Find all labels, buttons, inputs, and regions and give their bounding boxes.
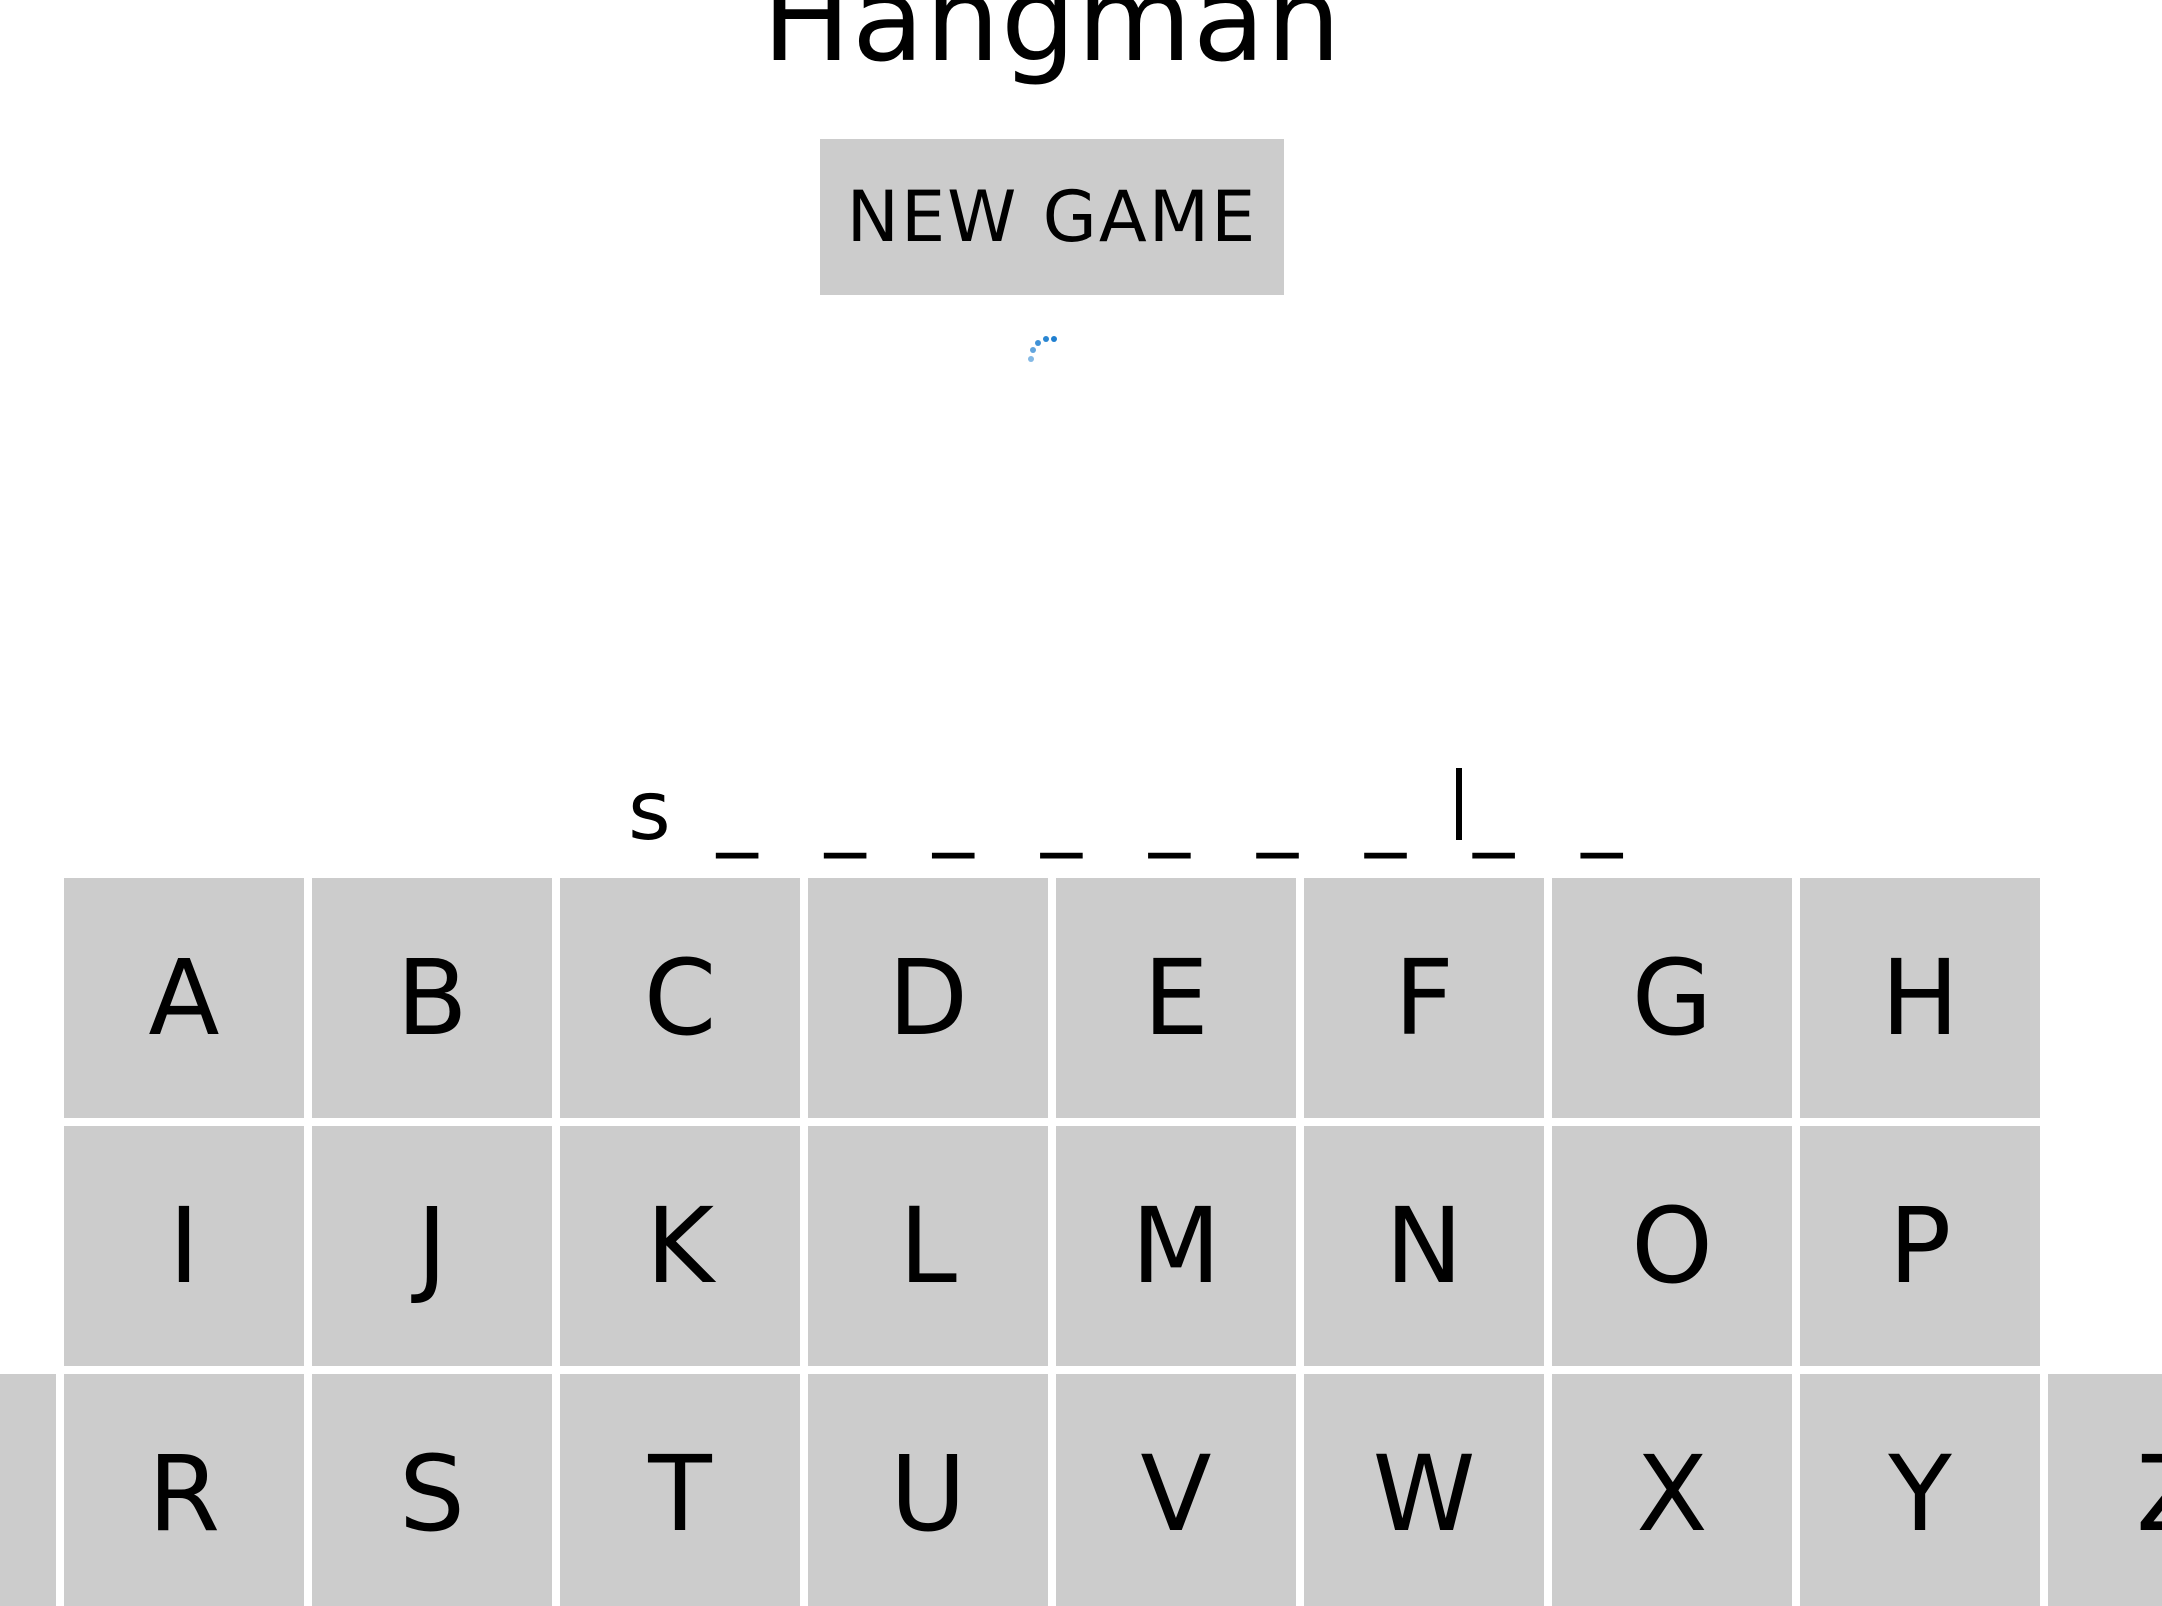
key-j[interactable]: J [312,1126,552,1366]
key-g[interactable]: G [1552,878,1792,1118]
letter-blank: _ [1581,764,1623,859]
letter-blank: _ [932,764,974,859]
hangman-page: Hangman NEW GAME s _ _ _ _ _ _ _ _ _ A B… [0,0,2162,1606]
key-c[interactable]: C [560,878,800,1118]
letter-blank: _ [1256,764,1298,859]
key-s[interactable]: S [312,1374,552,1606]
key-h[interactable]: H [1800,878,2040,1118]
letter-blank: _ [1365,764,1407,859]
letter-blank: _ [1473,764,1515,859]
key-t[interactable]: T [560,1374,800,1606]
key-a[interactable]: A [64,878,304,1118]
key-l[interactable]: L [808,1126,1048,1366]
key-o[interactable]: O [1552,1126,1792,1366]
key-r[interactable]: R [64,1374,304,1606]
key-n[interactable]: N [1304,1126,1544,1366]
key-i[interactable]: I [64,1126,304,1366]
key-b[interactable]: B [312,878,552,1118]
key-m[interactable]: M [1056,1126,1296,1366]
game-title: Hangman [762,0,1342,88]
text-caret [1456,768,1462,840]
letter-blank: _ [716,764,758,859]
key-v[interactable]: V [1056,1374,1296,1606]
word-display: s _ _ _ _ _ _ _ _ _ [628,762,1643,862]
key-x[interactable]: X [1552,1374,1792,1606]
key-f[interactable]: F [1304,878,1544,1118]
key-u[interactable]: U [808,1374,1048,1606]
key-k[interactable]: K [560,1126,800,1366]
revealed-letter: s [628,764,671,859]
loading-spinner-icon [1028,334,1062,368]
key-p[interactable]: P [1800,1126,2040,1366]
key-z[interactable]: Z [2048,1374,2162,1606]
letter-blank: _ [1148,764,1190,859]
key-e[interactable]: E [1056,878,1296,1118]
key-d[interactable]: D [808,878,1048,1118]
key-w[interactable]: W [1304,1374,1544,1606]
key-q[interactable] [0,1374,56,1606]
key-y[interactable]: Y [1800,1374,2040,1606]
new-game-button[interactable]: NEW GAME [820,139,1284,295]
letter-blank: _ [1040,764,1082,859]
letter-blank: _ [824,764,866,859]
